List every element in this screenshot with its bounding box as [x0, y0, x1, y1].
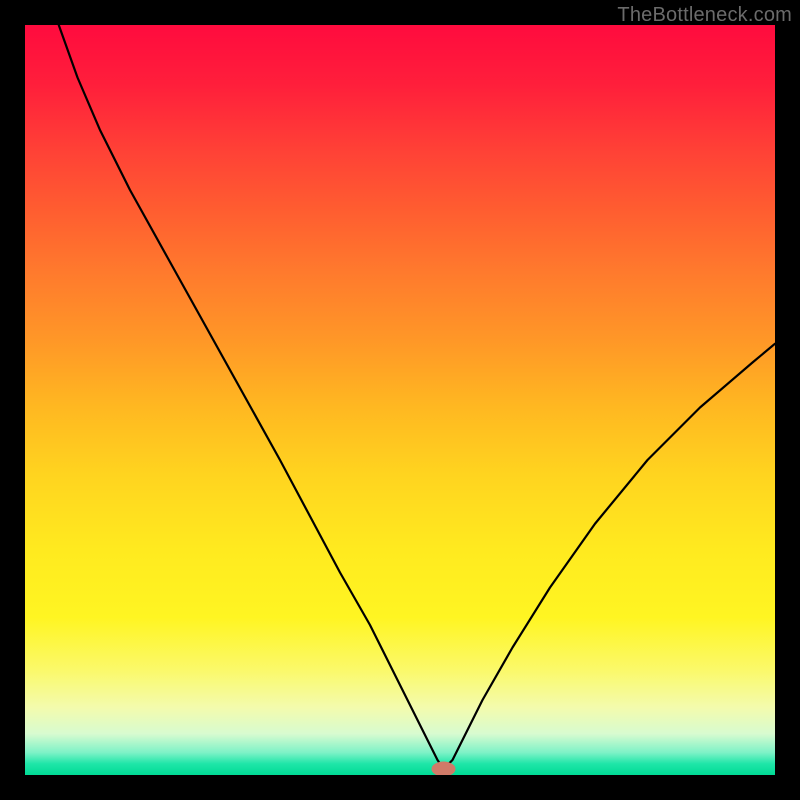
bottleneck-curve	[59, 25, 775, 769]
plot-area	[25, 25, 775, 775]
curve-svg	[25, 25, 775, 775]
chart-frame: TheBottleneck.com	[0, 0, 800, 800]
min-marker	[432, 762, 456, 776]
watermark-text: TheBottleneck.com	[617, 4, 792, 27]
